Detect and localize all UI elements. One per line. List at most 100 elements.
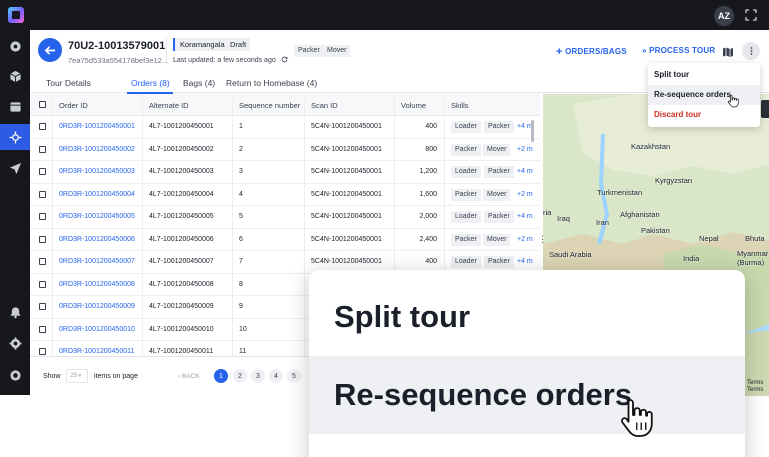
page-button[interactable]: 3 — [251, 369, 265, 383]
order-id-link[interactable]: 0RD3R-1001200450001 — [59, 123, 135, 130]
alternate-id: 4L7-1001200450001 — [149, 123, 214, 130]
panel-resize-handle[interactable]: ⋮ — [538, 234, 547, 246]
menu-item-split-tour[interactable]: Split tour — [648, 65, 760, 85]
double-chevron-right-icon: » — [642, 46, 647, 55]
row-checkbox[interactable] — [39, 325, 46, 333]
row-checkbox[interactable] — [39, 213, 46, 220]
orders-bags-button[interactable]: + ORDERS/BAGS — [556, 46, 627, 58]
select-all-checkbox[interactable] — [39, 101, 46, 108]
tab-bags[interactable]: Bags (4) — [183, 78, 215, 88]
column-header[interactable]: Order ID — [59, 101, 88, 110]
page-button[interactable]: 1 — [214, 369, 228, 383]
column-header[interactable]: Skills — [451, 101, 469, 110]
row-checkbox[interactable] — [39, 168, 46, 175]
order-id-link[interactable]: 0RD3R-1001200450003 — [59, 168, 135, 175]
menu-item-resequence-orders[interactable]: Re-sequence orders — [648, 85, 760, 105]
dashboard-icon[interactable] — [7, 38, 23, 54]
back-page-button[interactable]: ‹ BACK — [178, 373, 200, 380]
row-checkbox[interactable] — [39, 303, 46, 310]
order-id-link[interactable]: 0RD3R-1001200450007 — [59, 258, 135, 265]
skill-chip: Packer — [484, 121, 514, 133]
page-size-select[interactable]: 25 ▾ — [66, 369, 88, 383]
page-button[interactable]: 4 — [269, 369, 283, 383]
alternate-id: 4L7-1001200450010 — [149, 325, 214, 333]
row-checkbox[interactable] — [39, 258, 46, 265]
order-id-link[interactable]: 0RD3R-1001200450009 — [59, 303, 135, 310]
table-row[interactable]: 0RD3R-1001200450004 4L7-1001200450004 4 5C4… — [30, 184, 540, 206]
order-id-link[interactable]: 0RD3R-1001200450010 — [59, 326, 135, 333]
scan-id: 5C4N-1001200450001 — [311, 213, 382, 220]
skill-chip: Packer — [451, 233, 481, 246]
route-icon[interactable] — [0, 124, 30, 150]
map-dark-control[interactable] — [761, 100, 769, 118]
page-button[interactable]: 2 — [233, 369, 247, 383]
app-logo-icon[interactable] — [8, 7, 24, 23]
row-checkbox[interactable] — [39, 280, 46, 288]
process-tour-button[interactable]: » PROCESS TOUR — [642, 46, 715, 55]
bell-icon[interactable] — [7, 304, 23, 320]
send-icon[interactable] — [7, 160, 23, 176]
more-skills-link[interactable]: +4 m — [517, 258, 533, 265]
map-label: Bhuta — [745, 234, 765, 243]
table-row[interactable]: 0RD3R-1001200450006 4L7-1001200450006 6 5C4… — [30, 229, 540, 251]
more-options-button[interactable] — [742, 42, 760, 60]
volume: 400 — [425, 123, 437, 130]
more-skills-link[interactable]: +4 m — [517, 168, 533, 175]
sequence-number: 3 — [239, 168, 243, 175]
order-id-link[interactable]: 0RD3R-1001200450006 — [59, 236, 135, 243]
table-row[interactable]: 0RD3R-1001200450002 4L7-1001200450002 2 5C4… — [30, 139, 540, 161]
map-icon[interactable] — [722, 45, 734, 57]
calendar-icon[interactable] — [7, 98, 23, 114]
menu-item-discard-tour[interactable]: Discard tour — [648, 105, 760, 125]
sequence-number: 5 — [239, 213, 243, 220]
user-avatar[interactable]: AZ — [714, 6, 734, 26]
skill-chip: Packer — [451, 188, 481, 201]
map-terms-link[interactable]: Terms Terms — [747, 380, 763, 394]
order-id-link[interactable]: 0RD3R-1001200450008 — [59, 281, 135, 288]
order-id-link[interactable]: 0RD3R-1001200450005 — [59, 213, 135, 220]
more-skills-link[interactable]: +2 m — [517, 236, 533, 243]
table-row[interactable]: 0RD3R-1001200450005 4L7-1001200450005 5 5C4… — [30, 206, 540, 229]
tab-tour-details[interactable]: Tour Details — [46, 78, 91, 88]
more-skills-link[interactable]: +2 m — [517, 191, 533, 198]
refresh-icon[interactable] — [281, 56, 288, 63]
column-header[interactable]: Sequence number — [239, 101, 300, 110]
more-skills-link[interactable]: +2 m — [517, 146, 533, 153]
map-label: Kyrgyzstan — [655, 176, 693, 185]
skill-chip: Packer — [484, 166, 514, 178]
table-row[interactable]: 0RD3R-1001200450003 4L7-1001200450003 3 5C4… — [30, 161, 540, 184]
column-header[interactable]: Alternate ID — [149, 101, 189, 110]
settings-icon[interactable] — [7, 335, 23, 351]
back-button[interactable] — [38, 38, 62, 62]
skill-chip: Loader — [451, 121, 481, 133]
table-scrollbar[interactable] — [531, 120, 534, 142]
alternate-id: 4L7-1001200450004 — [149, 190, 214, 198]
map-label: Turkmenistan — [597, 188, 643, 197]
tab-return-to-homebase[interactable]: Return to Homebase (4) — [226, 78, 317, 88]
row-checkbox[interactable] — [39, 123, 46, 130]
row-checkbox[interactable] — [39, 190, 46, 198]
sequence-number: 7 — [239, 258, 243, 265]
order-id-link[interactable]: 0RD3R-1001200450002 — [59, 146, 135, 153]
row-checkbox[interactable] — [39, 235, 46, 243]
row-checkbox[interactable] — [39, 348, 46, 355]
tab-orders[interactable]: Orders (8) — [131, 78, 170, 88]
more-skills-link[interactable]: +4 m — [517, 213, 533, 220]
order-id-link[interactable]: 0RD3R-1001200450004 — [59, 191, 135, 198]
app-window: AZ 70U2-10013579001 7ea75d533a554178bef3… — [0, 0, 769, 457]
page-button[interactable]: 5 — [287, 369, 301, 383]
items-on-page-label: items on page — [94, 373, 138, 380]
column-header[interactable]: Volume — [401, 101, 426, 110]
sequence-number: 4 — [239, 190, 243, 198]
order-id-link[interactable]: 0RD3R-1001200450011 — [59, 348, 134, 355]
fullscreen-icon[interactable] — [744, 8, 758, 22]
map-label: Nepal — [699, 234, 719, 243]
help-icon[interactable] — [7, 367, 23, 383]
column-header[interactable]: Scan ID — [311, 101, 338, 110]
box-icon[interactable] — [7, 68, 23, 84]
skill-chip: Packer — [484, 256, 514, 268]
row-checkbox[interactable] — [39, 145, 46, 153]
volume: 800 — [425, 145, 437, 153]
volume: 1,600 — [419, 190, 437, 198]
table-row[interactable]: 0RD3R-1001200450001 4L7-1001200450001 1 5C4… — [30, 116, 540, 139]
